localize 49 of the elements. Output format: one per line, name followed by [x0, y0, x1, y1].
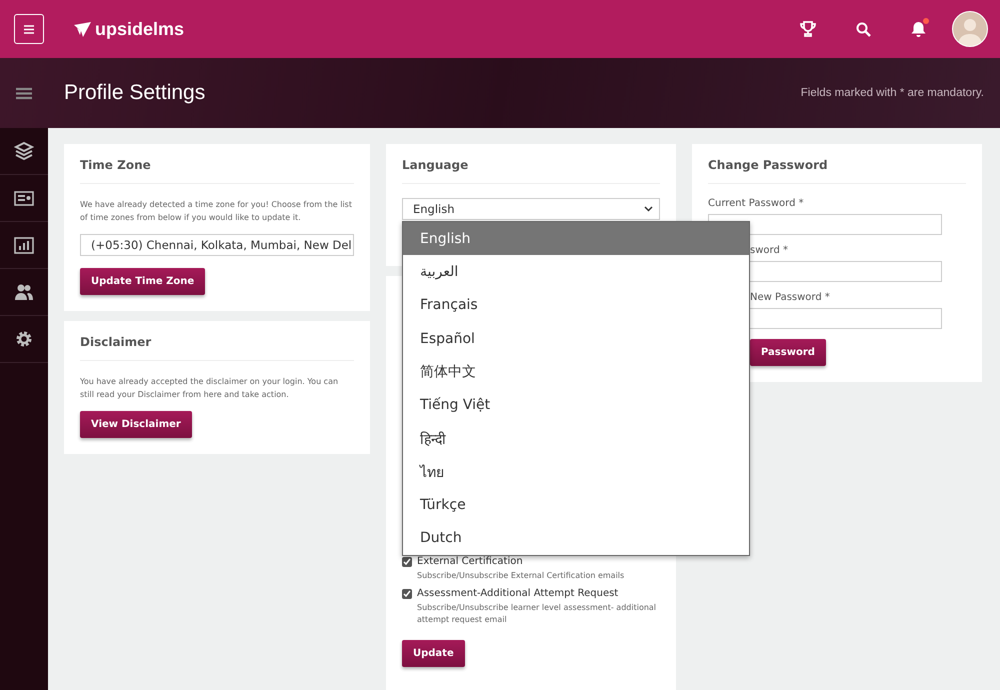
language-option[interactable]: ไทย	[403, 455, 749, 488]
avatar[interactable]	[952, 11, 988, 47]
layers-icon[interactable]	[14, 141, 34, 161]
checkbox-description: Subscribe/Unsubscribe External Certification emails	[417, 570, 626, 582]
field-label: Current Password *	[708, 198, 805, 209]
view-disclaimer-button[interactable]: View Disclaimer	[80, 411, 192, 438]
time-zone-select[interactable]: (+05:30) Chennai, Kolkata, Mumbai, New Del	[80, 234, 354, 256]
search-icon[interactable]	[856, 22, 871, 36]
bar-chart-icon[interactable]	[14, 235, 34, 255]
language-select[interactable]: English	[402, 198, 660, 220]
field-label: sword *	[750, 245, 789, 256]
language-option[interactable]: Türkçe	[403, 488, 749, 522]
time-zone-description: We have already detected a time zone for you! Choose from the list of time zones from below if you would like to update it.	[80, 199, 353, 224]
checkbox-label: Assessment-Additional Attempt Request	[417, 588, 618, 599]
checkbox-label: External Certification	[417, 556, 523, 567]
card-title: Time Zone	[80, 158, 354, 184]
language-option[interactable]: English	[403, 222, 749, 256]
id-card-icon[interactable]	[14, 188, 34, 208]
update-time-zone-button[interactable]: Update Time Zone	[80, 268, 206, 295]
paper-plane-icon	[74, 22, 91, 36]
password-field[interactable]	[708, 214, 942, 235]
language-option[interactable]: Dutch	[403, 522, 749, 555]
card-title: Language	[402, 158, 660, 184]
mandatory-note: Fields marked with * are mandatory.	[800, 87, 984, 99]
disclaimer-description: You have already accepted the disclaimer on your login. You can still read your Disclaimer from here and take action.	[80, 376, 340, 401]
language-option[interactable]: العربية	[403, 255, 749, 289]
checkbox[interactable]	[402, 556, 412, 566]
chevron-down-icon	[644, 206, 653, 212]
menu-icon[interactable]	[16, 86, 32, 100]
card-title: Disclaimer	[80, 335, 354, 361]
language-option[interactable]: Español	[403, 322, 749, 356]
update-button[interactable]: Update	[402, 640, 465, 667]
change-password-button[interactable]: Password	[750, 339, 826, 366]
language-option[interactable]: हिन्दी	[403, 422, 749, 456]
field-label: New Password *	[750, 292, 831, 303]
trophy-icon[interactable]	[800, 21, 816, 37]
page-title: Profile Settings	[64, 81, 206, 105]
language-option[interactable]: Tiếng Việt	[403, 388, 749, 422]
menu-icon	[24, 24, 34, 34]
checkbox-description: Subscribe/Unsubscribe learner level assessment- additional attempt request email	[417, 602, 658, 626]
brand-logo[interactable]: upsidelms	[95, 18, 184, 40]
language-option[interactable]: Français	[403, 288, 749, 322]
card-title: Change Password	[708, 158, 966, 184]
menu-button[interactable]	[14, 14, 44, 44]
settings-icon[interactable]	[14, 329, 34, 349]
bell-icon[interactable]	[911, 21, 926, 37]
checkbox[interactable]	[402, 588, 412, 598]
users-icon[interactable]	[14, 282, 34, 302]
language-option[interactable]: 简体中文	[403, 355, 749, 388]
